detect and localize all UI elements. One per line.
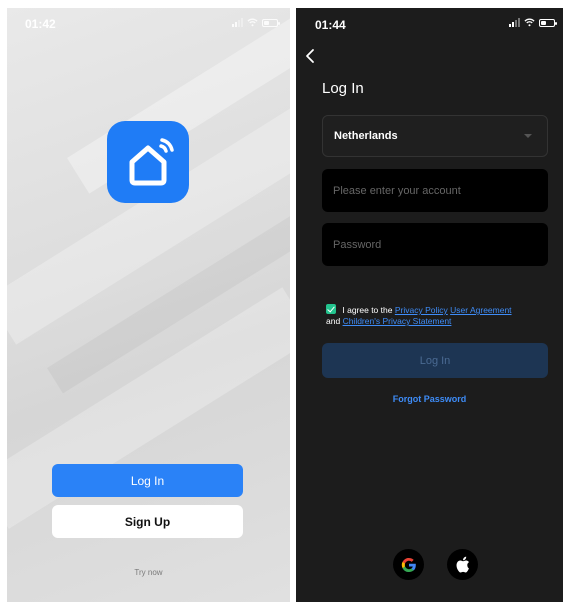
status-bar: 01:44 — [296, 8, 563, 36]
signup-button[interactable]: Sign Up — [52, 505, 243, 538]
agree-prefix: I agree to the — [342, 305, 393, 315]
status-bar: 01:42 — [7, 8, 290, 36]
wifi-icon — [524, 18, 535, 27]
chevron-down-icon — [524, 134, 532, 138]
login-screen: 01:44 Log In Netherlands I agree to the … — [296, 8, 563, 602]
status-time: 01:44 — [315, 18, 346, 32]
user-agreement-link[interactable]: User Agreement — [450, 305, 511, 315]
login-submit-button[interactable]: Log In — [322, 343, 548, 378]
agree-checkbox[interactable] — [326, 304, 336, 314]
google-icon — [401, 557, 416, 572]
agreement-text: I agree to the Privacy Policy User Agree… — [326, 304, 556, 327]
apple-icon — [456, 556, 469, 573]
login-button[interactable]: Log In — [52, 464, 243, 497]
status-time: 01:42 — [25, 17, 56, 31]
and-text: and — [326, 316, 341, 326]
page-title: Log In — [322, 80, 364, 97]
privacy-policy-link[interactable]: Privacy Policy — [395, 305, 448, 315]
battery-icon — [262, 18, 280, 27]
country-select[interactable]: Netherlands — [322, 115, 548, 157]
wifi-icon — [247, 18, 258, 27]
app-logo — [107, 121, 189, 203]
country-value: Netherlands — [334, 130, 398, 142]
signal-icon — [509, 18, 520, 27]
battery-icon — [539, 18, 557, 27]
apple-login-button[interactable] — [447, 549, 478, 580]
back-chevron-icon[interactable] — [304, 48, 318, 64]
forgot-password-link[interactable]: Forgot Password — [296, 394, 563, 404]
status-icons — [232, 18, 280, 27]
google-login-button[interactable] — [393, 549, 424, 580]
status-icons — [509, 18, 557, 27]
children-privacy-link[interactable]: Children's Privacy Statement — [343, 316, 452, 326]
account-input[interactable] — [322, 169, 548, 212]
password-input[interactable] — [322, 223, 548, 266]
signal-icon — [232, 18, 243, 27]
try-now-link[interactable]: Try now — [7, 568, 290, 577]
welcome-screen: 01:42 Log In Sign Up Try now — [7, 8, 290, 602]
smart-home-house-icon — [129, 138, 174, 186]
